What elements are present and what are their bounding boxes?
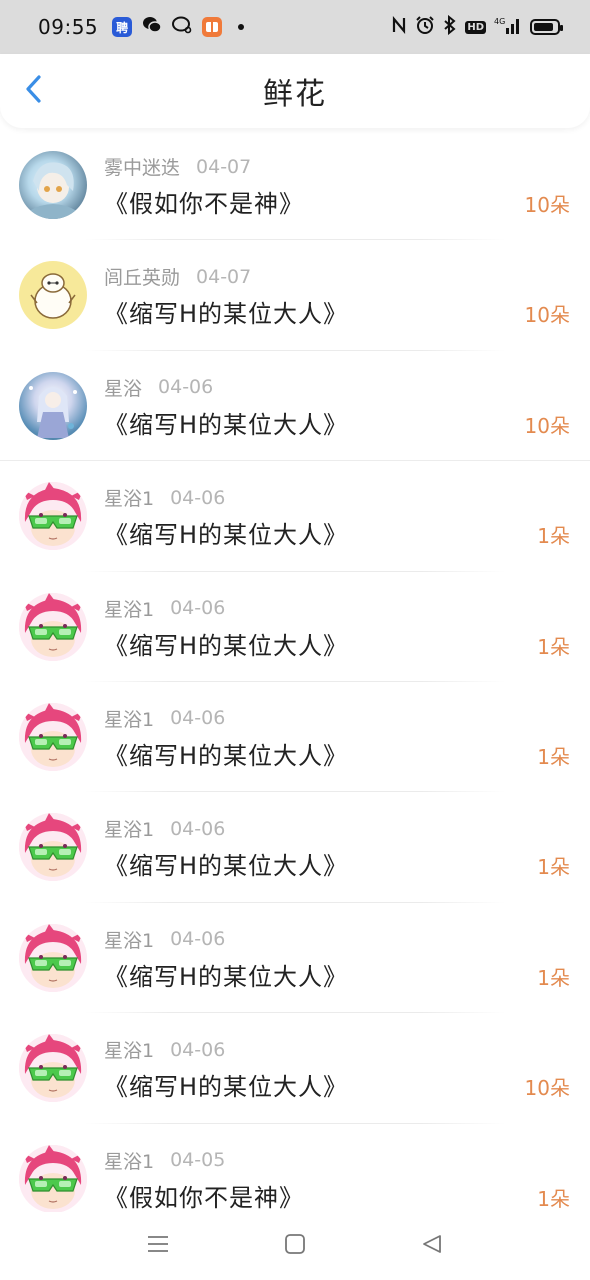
flower-count: 10朵 [524, 1076, 570, 1101]
home-button[interactable] [275, 1226, 315, 1266]
gift-date: 04-06 [170, 817, 226, 840]
list-item[interactable]: 星浴1 04-06 《缩写H的某位大人》 1朵 [0, 461, 590, 572]
avatar[interactable] [19, 923, 87, 992]
gift-date: 04-06 [170, 1038, 226, 1061]
orange-app-icon [202, 17, 223, 37]
flower-count: 1朵 [537, 524, 570, 549]
work-title[interactable]: 《缩写H的某位大人》 [104, 1067, 348, 1102]
status-time: 09:55 [38, 15, 99, 39]
list-item[interactable]: 闾丘英勋 04-07 《缩写H的某位大人》 10朵 [0, 240, 590, 351]
work-title[interactable]: 《缩写H的某位大人》 [104, 736, 348, 771]
meta-row: 星浴1 04-06 [104, 484, 225, 511]
user-name[interactable]: 闾丘英勋 [104, 263, 180, 290]
page-header: 鲜花 [0, 54, 590, 128]
work-title[interactable]: 《缩写H的某位大人》 [104, 515, 348, 550]
gift-date: 04-06 [158, 376, 214, 399]
gift-date: 04-06 [170, 707, 226, 730]
meta-row: 星浴1 04-06 [104, 815, 225, 842]
avatar[interactable] [19, 261, 87, 330]
bluetooth-icon [443, 14, 457, 39]
flower-count: 1朵 [537, 855, 570, 880]
status-app-icons: 聘 [112, 16, 245, 38]
home-square-icon [284, 1233, 306, 1259]
avatar[interactable] [19, 702, 87, 771]
gift-date: 04-07 [196, 265, 252, 288]
work-title[interactable]: 《缩写H的某位大人》 [104, 846, 348, 881]
user-name[interactable]: 星浴1 [104, 595, 154, 622]
battery-icon [530, 19, 563, 35]
meta-row: 星浴1 04-06 [104, 705, 225, 732]
meta-row: 雾中迷迭 04-07 [104, 153, 251, 180]
user-name[interactable]: 星浴1 [104, 484, 154, 511]
user-name[interactable]: 星浴 [104, 374, 142, 401]
list-item[interactable]: 雾中迷迭 04-07 《假如你不是神》 10朵 [0, 130, 590, 241]
pinduoduo-app-icon: 聘 [112, 17, 133, 37]
meta-row: 星浴1 04-06 [104, 1036, 225, 1063]
meta-row: 星浴1 04-06 [104, 926, 225, 953]
status-system-icons: HD 4G [391, 14, 563, 39]
flower-count: 10朵 [524, 413, 570, 438]
alarm-icon [415, 15, 435, 39]
user-name[interactable]: 星浴1 [104, 926, 154, 953]
signal-icon: 4G [494, 16, 522, 38]
avatar[interactable] [19, 482, 87, 551]
user-name[interactable]: 雾中迷迭 [104, 153, 180, 180]
chat-bubble-icon [172, 16, 192, 38]
back-nav-button[interactable] [412, 1226, 452, 1266]
work-title[interactable]: 《缩写H的某位大人》 [104, 294, 348, 329]
hd-icon: HD [465, 20, 486, 34]
meta-row: 星浴 04-06 [104, 374, 213, 401]
work-title[interactable]: 《缩写H的某位大人》 [104, 957, 348, 992]
wechat-icon [142, 16, 162, 38]
avatar[interactable] [19, 813, 87, 882]
status-bar: 09:55 聘 HD 4G [0, 0, 590, 54]
gift-date: 04-06 [170, 486, 226, 509]
flower-count: 1朵 [537, 744, 570, 769]
avatar[interactable] [19, 151, 87, 219]
gift-date: 04-07 [196, 155, 252, 178]
list-item[interactable]: 星浴1 04-06 《缩写H的某位大人》 10朵 [0, 1013, 590, 1124]
work-title[interactable]: 《缩写H的某位大人》 [104, 405, 348, 440]
work-title[interactable]: 《假如你不是神》 [104, 1178, 304, 1213]
user-name[interactable]: 星浴1 [104, 705, 154, 732]
svg-text:4G: 4G [494, 17, 505, 26]
back-button[interactable] [18, 74, 48, 108]
avatar[interactable] [19, 592, 87, 661]
gift-date: 04-05 [170, 1149, 226, 1172]
user-name[interactable]: 星浴1 [104, 1036, 154, 1063]
page-title: 鲜花 [263, 77, 327, 112]
list-item[interactable]: 星浴1 04-06 《缩写H的某位大人》 1朵 [0, 682, 590, 793]
list-item[interactable]: 星浴1 04-06 《缩写H的某位大人》 1朵 [0, 903, 590, 1014]
flower-count: 1朵 [537, 634, 570, 659]
flower-count: 10朵 [524, 193, 570, 217]
meta-row: 闾丘英勋 04-07 [104, 263, 251, 290]
list-item[interactable]: 星浴1 04-06 《缩写H的某位大人》 1朵 [0, 792, 590, 903]
meta-row: 星浴1 04-05 [104, 1147, 225, 1174]
menu-button[interactable] [138, 1226, 178, 1266]
user-name[interactable]: 星浴1 [104, 1147, 154, 1174]
notification-dot [238, 24, 245, 30]
avatar[interactable] [19, 371, 87, 440]
work-title[interactable]: 《假如你不是神》 [104, 184, 304, 219]
chevron-left-icon [24, 74, 42, 108]
gift-date: 04-06 [170, 928, 226, 951]
back-triangle-icon [421, 1233, 443, 1259]
user-name[interactable]: 星浴1 [104, 815, 154, 842]
list-item[interactable]: 星浴1 04-06 《缩写H的某位大人》 1朵 [0, 572, 590, 682]
flower-count: 1朵 [537, 965, 570, 990]
meta-row: 星浴1 04-06 [104, 595, 225, 622]
nfc-icon [391, 15, 407, 38]
flower-list: 雾中迷迭 04-07 《假如你不是神》 10朵 闾丘英勋 04-07 《缩写H的某位大人》 1… [0, 130, 590, 1234]
list-item[interactable]: 星浴 04-06 《缩写H的某位大人》 10朵 [0, 351, 590, 462]
gift-date: 04-06 [170, 597, 226, 620]
flower-count: 1朵 [537, 1186, 570, 1211]
system-nav-bar [0, 1212, 590, 1280]
work-title[interactable]: 《缩写H的某位大人》 [104, 626, 348, 661]
avatar[interactable] [19, 1034, 87, 1103]
menu-icon [147, 1234, 169, 1258]
avatar[interactable] [19, 1144, 87, 1213]
flower-count: 10朵 [524, 303, 570, 328]
